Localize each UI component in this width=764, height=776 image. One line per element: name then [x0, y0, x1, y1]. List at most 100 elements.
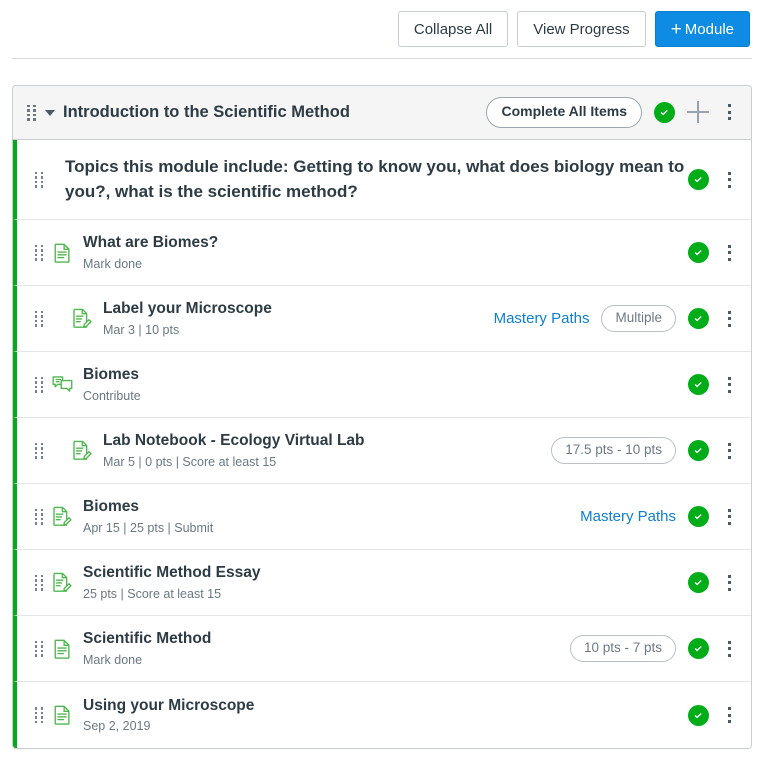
module-item-row[interactable]: Using your Microscope Sep 2, 2019 [13, 682, 751, 748]
item-text-block: Scientific Method Mark done [83, 629, 570, 668]
item-text-block: Lab Notebook - Ecology Virtual Lab Mar 5 … [103, 431, 551, 470]
item-title[interactable]: Scientific Method Essay [83, 563, 678, 582]
discussion-icon [51, 374, 73, 396]
item-drag-column [27, 707, 51, 723]
item-subtitle: Apr 15 | 25 pts | Submit [83, 520, 214, 535]
drag-handle-icon[interactable] [27, 104, 36, 121]
kebab-menu-icon[interactable] [721, 705, 737, 725]
green-check-icon[interactable] [688, 308, 709, 329]
item-actions: Mastery Paths Multiple [494, 304, 737, 333]
complete-all-items-pill: Complete All Items [486, 97, 642, 128]
kebab-menu-icon[interactable] [721, 243, 737, 263]
kebab-menu-icon[interactable] [721, 507, 737, 527]
page-toolbar: Collapse All View Progress + Module [0, 0, 764, 58]
module-header-actions: Complete All Items [486, 97, 737, 128]
item-title[interactable]: What are Biomes? [83, 233, 678, 252]
item-actions: 10 pts - 7 pts [569, 634, 737, 663]
module-text-header-row[interactable]: Topics this module include: Getting to k… [13, 140, 751, 220]
green-check-icon[interactable] [688, 638, 709, 659]
assignment-icon [51, 506, 73, 528]
text-header-content: Topics this module include: Getting to k… [51, 155, 688, 204]
item-subtitle: 25 pts | Score at least 15 [83, 586, 222, 601]
module-item-row[interactable]: Label your Microscope Mar 3 | 10 pts Maste… [13, 286, 751, 352]
item-actions: 17.5 pts - 10 pts [551, 436, 737, 465]
item-drag-column [27, 574, 51, 591]
drag-handle-icon[interactable] [34, 244, 44, 261]
item-subtitle: Mark done [83, 256, 143, 271]
item-drag-column [27, 171, 51, 188]
item-text-block: Scientific Method Essay 25 pts | Score at… [83, 563, 688, 602]
drag-handle-icon[interactable] [34, 574, 44, 591]
green-check-icon[interactable] [688, 242, 709, 263]
view-progress-button[interactable]: View Progress [517, 11, 646, 47]
item-drag-column [27, 508, 51, 525]
kebab-menu-icon[interactable] [721, 375, 737, 395]
chevron-down-icon[interactable] [45, 109, 55, 116]
item-text-block: Biomes Contribute [83, 365, 688, 404]
page-icon [51, 242, 73, 264]
green-check-icon[interactable] [688, 704, 709, 726]
item-actions [688, 242, 737, 263]
item-actions [688, 572, 737, 593]
module-item-row[interactable]: Biomes Contribute [13, 352, 751, 418]
drag-handle-icon[interactable] [34, 707, 44, 723]
item-subtitle: Contribute [83, 388, 141, 403]
module-item-row[interactable]: Scientific Method Mark done 10 pts - 7 pts [13, 616, 751, 682]
green-check-icon[interactable] [688, 506, 709, 527]
module-item-row[interactable]: What are Biomes? Mark done [13, 220, 751, 286]
drag-handle-icon[interactable] [34, 508, 44, 525]
item-title[interactable]: Label your Microscope [103, 299, 484, 318]
kebab-menu-icon[interactable] [721, 573, 737, 593]
item-subtitle: Mark done [83, 652, 143, 667]
collapse-all-button[interactable]: Collapse All [397, 11, 509, 47]
module-item-row[interactable]: Scientific Method Essay 25 pts | Score at… [13, 550, 751, 616]
item-drag-column [27, 310, 51, 327]
green-check-icon[interactable] [688, 374, 709, 395]
kebab-menu-icon[interactable] [721, 639, 737, 659]
add-item-icon[interactable] [687, 101, 709, 124]
plus-icon: + [670, 18, 682, 40]
green-check-icon[interactable] [688, 440, 709, 461]
green-check-icon[interactable] [688, 572, 709, 593]
green-check-icon[interactable] [688, 169, 709, 190]
mastery-paths-link[interactable]: Mastery Paths [580, 508, 676, 525]
kebab-menu-icon[interactable] [721, 170, 737, 190]
item-title[interactable]: Scientific Method [83, 629, 560, 648]
text-header-title: Topics this module include: Getting to k… [65, 156, 685, 201]
drag-handle-icon[interactable] [34, 442, 44, 459]
kebab-menu-icon[interactable] [721, 102, 737, 122]
add-module-label: Module [684, 20, 734, 38]
item-text-block: What are Biomes? Mark done [83, 233, 688, 272]
drag-handle-icon[interactable] [34, 310, 44, 327]
item-title[interactable]: Lab Notebook - Ecology Virtual Lab [103, 431, 541, 450]
item-actions [688, 169, 737, 190]
module-header: Introduction to the Scientific Method Co… [13, 86, 751, 140]
item-title[interactable]: Using your Microscope [83, 696, 678, 715]
add-module-button[interactable]: + Module [654, 11, 750, 47]
item-title[interactable]: Biomes [83, 497, 570, 516]
item-points-pill: 17.5 pts - 10 pts [551, 436, 676, 465]
drag-handle-icon[interactable] [34, 171, 44, 188]
kebab-menu-icon[interactable] [721, 309, 737, 329]
module-item-row[interactable]: Lab Notebook - Ecology Virtual Lab Mar 5 … [13, 418, 751, 484]
assignment-icon [51, 572, 73, 594]
item-drag-column [27, 376, 51, 393]
item-points-pill: Multiple [601, 304, 676, 333]
kebab-menu-icon[interactable] [721, 441, 737, 461]
item-text-block: Label your Microscope Mar 3 | 10 pts [103, 299, 494, 338]
assignment-icon [71, 308, 93, 330]
module-item-row[interactable]: Biomes Apr 15 | 25 pts | Submit Mastery Pa… [13, 484, 751, 550]
module-card: Introduction to the Scientific Method Co… [12, 85, 752, 749]
item-drag-column [27, 442, 51, 459]
drag-handle-icon[interactable] [34, 640, 44, 657]
page-icon [51, 638, 73, 660]
green-check-icon[interactable] [654, 101, 675, 123]
drag-handle-icon[interactable] [34, 376, 44, 393]
item-text-block: Using your Microscope Sep 2, 2019 [83, 696, 688, 735]
mastery-paths-link[interactable]: Mastery Paths [494, 310, 590, 327]
item-title[interactable]: Biomes [83, 365, 678, 384]
item-subtitle: Sep 2, 2019 [83, 719, 151, 734]
module-title: Introduction to the Scientific Method [63, 103, 350, 121]
item-drag-column [27, 640, 51, 657]
item-text-block: Biomes Apr 15 | 25 pts | Submit [83, 497, 580, 536]
